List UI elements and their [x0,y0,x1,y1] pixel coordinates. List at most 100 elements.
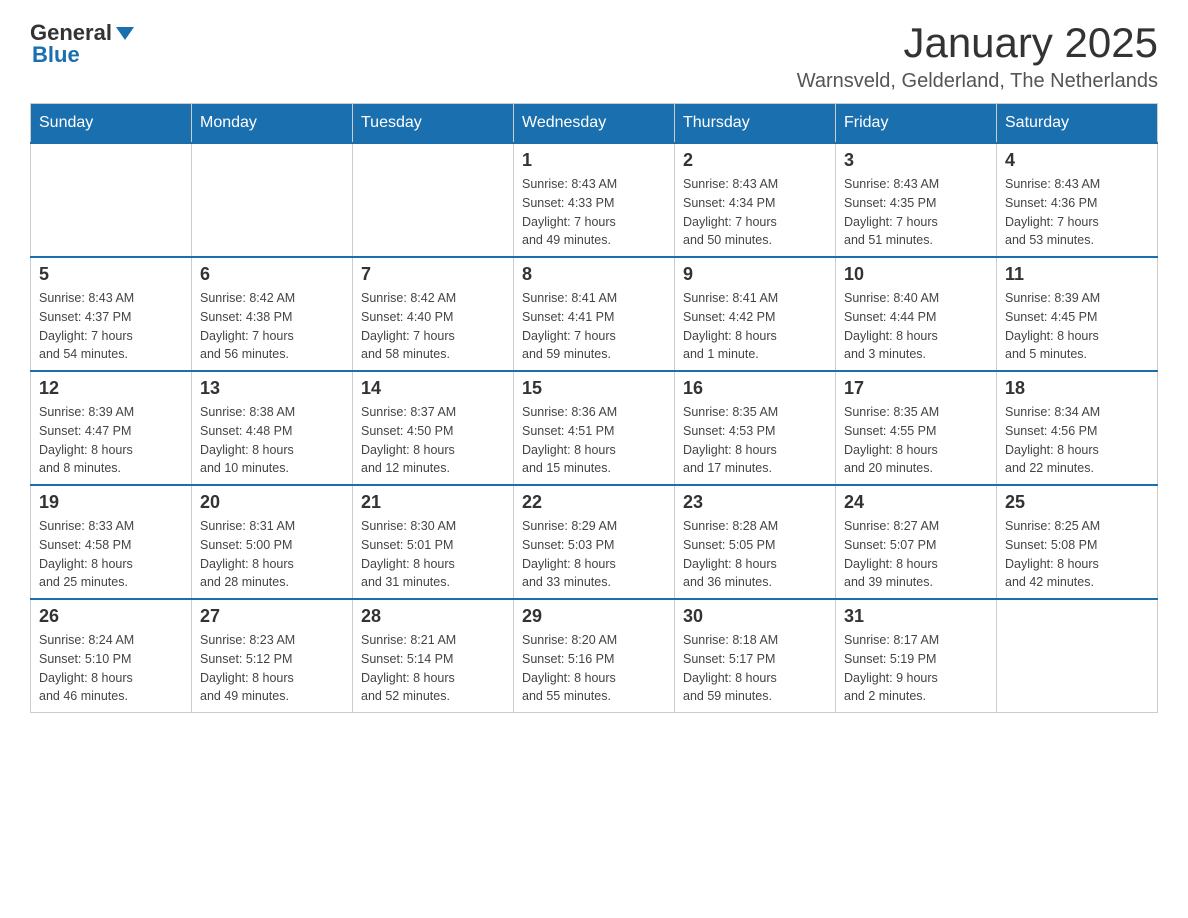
calendar-cell: 17 Sunrise: 8:35 AM Sunset: 4:55 PM Dayli… [836,371,997,485]
day-info: Sunrise: 8:40 AM Sunset: 4:44 PM Dayligh… [844,289,988,364]
calendar-cell: 6 Sunrise: 8:42 AM Sunset: 4:38 PM Daylig… [192,257,353,371]
day-number: 12 [39,378,183,399]
day-info: Sunrise: 8:27 AM Sunset: 5:07 PM Dayligh… [844,517,988,592]
day-info: Sunrise: 8:24 AM Sunset: 5:10 PM Dayligh… [39,631,183,706]
calendar-cell: 9 Sunrise: 8:41 AM Sunset: 4:42 PM Daylig… [675,257,836,371]
day-number: 27 [200,606,344,627]
day-number: 2 [683,150,827,171]
calendar-cell: 7Sunrise: 8:42 AM Sunset: 4:40 PM Daylig… [353,257,514,371]
day-info: Sunrise: 8:23 AM Sunset: 5:12 PM Dayligh… [200,631,344,706]
day-number: 6 [200,264,344,285]
calendar-cell: 27 Sunrise: 8:23 AM Sunset: 5:12 PM Dayli… [192,599,353,713]
day-info: Sunrise: 8:42 AM Sunset: 4:38 PM Dayligh… [200,289,344,364]
day-info: Sunrise: 8:43 AM Sunset: 4:33 PM Dayligh… [522,175,666,250]
week-row-4: 19 Sunrise: 8:33 AM Sunset: 4:58 PM Dayli… [31,485,1158,599]
day-info: Sunrise: 8:41 AM Sunset: 4:41 PM Dayligh… [522,289,666,364]
day-info: Sunrise: 8:43 AM Sunset: 4:35 PM Dayligh… [844,175,988,250]
day-number: 10 [844,264,988,285]
logo-content: General Blue [30,20,134,68]
logo-text-blue: Blue [32,42,80,68]
weekday-header-tuesday: Tuesday [353,104,514,144]
day-number: 13 [200,378,344,399]
title-section: January 2025 Warnsveld, Gelderland, The … [797,20,1158,93]
day-info: Sunrise: 8:31 AM Sunset: 5:00 PM Dayligh… [200,517,344,592]
calendar-cell [192,143,353,257]
day-number: 11 [1005,264,1149,285]
week-row-1: 1Sunrise: 8:43 AM Sunset: 4:33 PM Daylig… [31,143,1158,257]
calendar-cell: 22Sunrise: 8:29 AM Sunset: 5:03 PM Dayli… [514,485,675,599]
calendar-cell: 26 Sunrise: 8:24 AM Sunset: 5:10 PM Dayli… [31,599,192,713]
day-number: 26 [39,606,183,627]
day-info: Sunrise: 8:39 AM Sunset: 4:45 PM Dayligh… [1005,289,1149,364]
week-row-3: 12 Sunrise: 8:39 AM Sunset: 4:47 PM Dayli… [31,371,1158,485]
calendar-cell: 15Sunrise: 8:36 AM Sunset: 4:51 PM Dayli… [514,371,675,485]
weekday-header-saturday: Saturday [997,104,1158,144]
day-number: 3 [844,150,988,171]
calendar-cell [353,143,514,257]
weekday-header-sunday: Sunday [31,104,192,144]
calendar-cell: 13 Sunrise: 8:38 AM Sunset: 4:48 PM Dayli… [192,371,353,485]
calendar-cell: 21 Sunrise: 8:30 AM Sunset: 5:01 PM Dayli… [353,485,514,599]
weekday-header-wednesday: Wednesday [514,104,675,144]
calendar-cell [997,599,1158,713]
day-info: Sunrise: 8:20 AM Sunset: 5:16 PM Dayligh… [522,631,666,706]
weekday-header-friday: Friday [836,104,997,144]
calendar-cell: 30 Sunrise: 8:18 AM Sunset: 5:17 PM Dayli… [675,599,836,713]
day-number: 14 [361,378,505,399]
day-number: 18 [1005,378,1149,399]
day-info: Sunrise: 8:30 AM Sunset: 5:01 PM Dayligh… [361,517,505,592]
day-number: 16 [683,378,827,399]
day-info: Sunrise: 8:18 AM Sunset: 5:17 PM Dayligh… [683,631,827,706]
day-number: 9 [683,264,827,285]
day-info: Sunrise: 8:35 AM Sunset: 4:55 PM Dayligh… [844,403,988,478]
calendar-cell: 10 Sunrise: 8:40 AM Sunset: 4:44 PM Dayli… [836,257,997,371]
calendar-cell: 23 Sunrise: 8:28 AM Sunset: 5:05 PM Dayli… [675,485,836,599]
day-number: 17 [844,378,988,399]
day-info: Sunrise: 8:37 AM Sunset: 4:50 PM Dayligh… [361,403,505,478]
week-row-2: 5Sunrise: 8:43 AM Sunset: 4:37 PM Daylig… [31,257,1158,371]
day-number: 30 [683,606,827,627]
month-title: January 2025 [797,20,1158,66]
calendar-cell: 1Sunrise: 8:43 AM Sunset: 4:33 PM Daylig… [514,143,675,257]
day-number: 23 [683,492,827,513]
calendar-cell: 25 Sunrise: 8:25 AM Sunset: 5:08 PM Dayli… [997,485,1158,599]
calendar-cell: 12 Sunrise: 8:39 AM Sunset: 4:47 PM Dayli… [31,371,192,485]
calendar-header-row: SundayMondayTuesdayWednesdayThursdayFrid… [31,104,1158,144]
calendar-cell: 11 Sunrise: 8:39 AM Sunset: 4:45 PM Dayli… [997,257,1158,371]
day-number: 21 [361,492,505,513]
page-header: General Blue January 2025 Warnsveld, Gel… [30,20,1158,93]
day-info: Sunrise: 8:34 AM Sunset: 4:56 PM Dayligh… [1005,403,1149,478]
logo: General Blue [30,20,134,68]
calendar-cell: 2 Sunrise: 8:43 AM Sunset: 4:34 PM Daylig… [675,143,836,257]
calendar-cell: 31 Sunrise: 8:17 AM Sunset: 5:19 PM Dayli… [836,599,997,713]
day-info: Sunrise: 8:28 AM Sunset: 5:05 PM Dayligh… [683,517,827,592]
day-info: Sunrise: 8:25 AM Sunset: 5:08 PM Dayligh… [1005,517,1149,592]
calendar-cell: 8 Sunrise: 8:41 AM Sunset: 4:41 PM Daylig… [514,257,675,371]
calendar-cell: 19 Sunrise: 8:33 AM Sunset: 4:58 PM Dayli… [31,485,192,599]
day-number: 19 [39,492,183,513]
day-info: Sunrise: 8:21 AM Sunset: 5:14 PM Dayligh… [361,631,505,706]
calendar-cell: 28 Sunrise: 8:21 AM Sunset: 5:14 PM Dayli… [353,599,514,713]
calendar-cell: 4Sunrise: 8:43 AM Sunset: 4:36 PM Daylig… [997,143,1158,257]
day-info: Sunrise: 8:41 AM Sunset: 4:42 PM Dayligh… [683,289,827,364]
day-info: Sunrise: 8:33 AM Sunset: 4:58 PM Dayligh… [39,517,183,592]
day-info: Sunrise: 8:38 AM Sunset: 4:48 PM Dayligh… [200,403,344,478]
calendar-cell [31,143,192,257]
day-number: 29 [522,606,666,627]
day-info: Sunrise: 8:17 AM Sunset: 5:19 PM Dayligh… [844,631,988,706]
calendar-cell: 5Sunrise: 8:43 AM Sunset: 4:37 PM Daylig… [31,257,192,371]
day-info: Sunrise: 8:43 AM Sunset: 4:34 PM Dayligh… [683,175,827,250]
calendar-cell: 3 Sunrise: 8:43 AM Sunset: 4:35 PM Daylig… [836,143,997,257]
calendar-cell: 29 Sunrise: 8:20 AM Sunset: 5:16 PM Dayli… [514,599,675,713]
day-number: 28 [361,606,505,627]
calendar-table: SundayMondayTuesdayWednesdayThursdayFrid… [30,103,1158,713]
day-number: 20 [200,492,344,513]
day-number: 31 [844,606,988,627]
logo-arrow-icon [116,27,134,40]
day-number: 8 [522,264,666,285]
calendar-cell: 14 Sunrise: 8:37 AM Sunset: 4:50 PM Dayli… [353,371,514,485]
day-info: Sunrise: 8:39 AM Sunset: 4:47 PM Dayligh… [39,403,183,478]
day-number: 25 [1005,492,1149,513]
day-info: Sunrise: 8:42 AM Sunset: 4:40 PM Dayligh… [361,289,505,364]
day-info: Sunrise: 8:35 AM Sunset: 4:53 PM Dayligh… [683,403,827,478]
